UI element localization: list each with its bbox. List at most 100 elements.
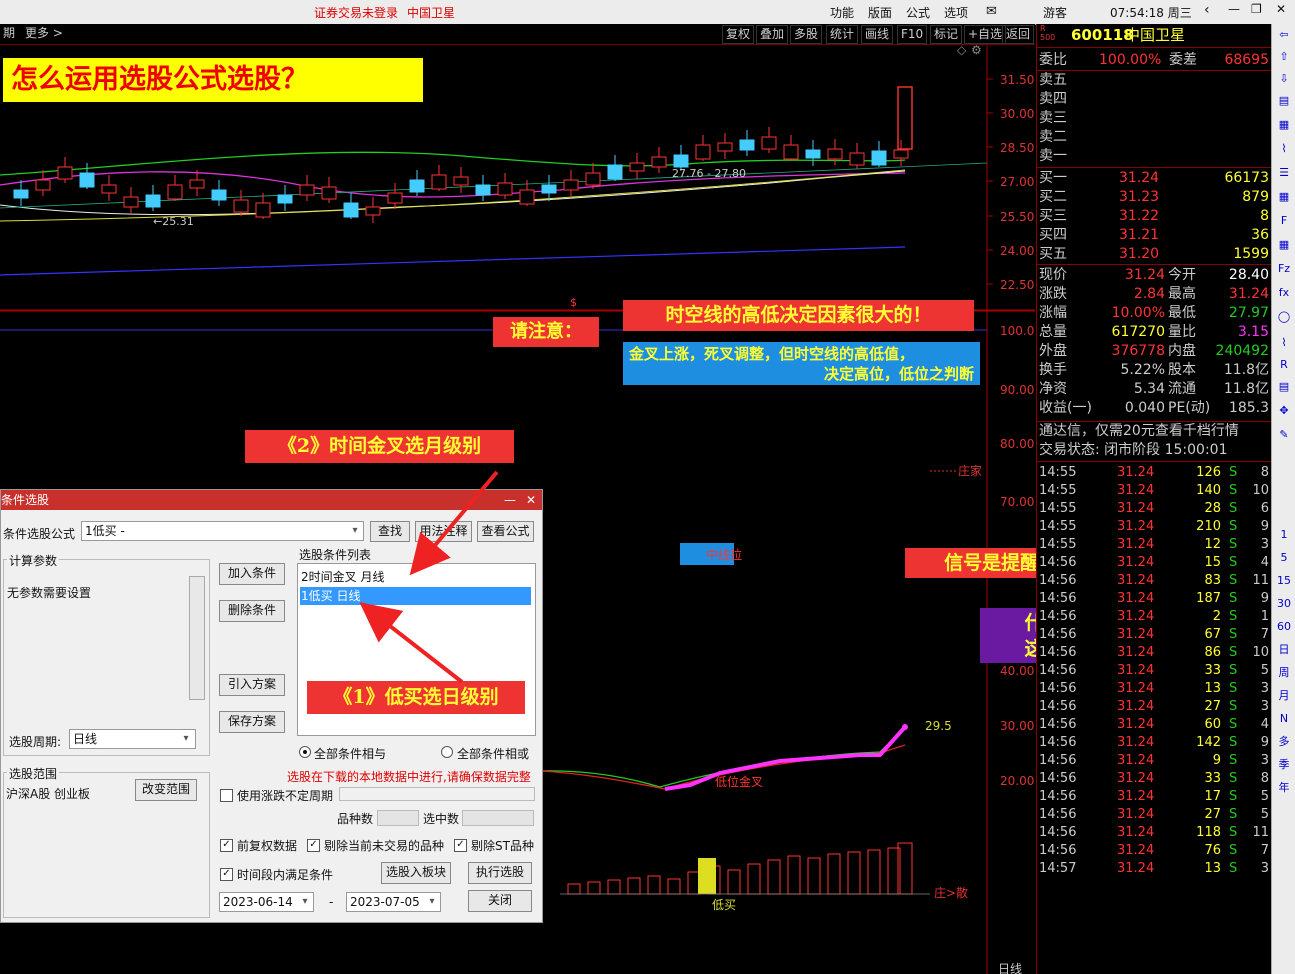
find-button[interactable]: 查找 [370,521,410,542]
settings-icon[interactable]: ⚙ [971,45,982,57]
delete-condition-button[interactable]: 删除条件 [219,600,285,622]
period-icon[interactable]: 60 [1275,618,1293,635]
menu-formula[interactable]: 公式 [906,4,930,21]
minimize-icon[interactable]: — [504,490,516,510]
save-plan-button[interactable]: 保存方案 [219,711,285,733]
uncertain-period-checkbox[interactable] [220,789,233,802]
close-button[interactable]: 关闭 [468,890,532,912]
overlay-button[interactable]: 叠加 [756,25,789,44]
more-menu[interactable]: 更多 > [22,25,66,42]
period-icon[interactable]: 周 [1275,664,1293,681]
condition-item-selected[interactable]: 1低买 日线 [300,587,531,605]
diamond-icon[interactable]: ◇ [957,45,967,57]
add-watchlist-button[interactable]: +自选 [964,25,1007,44]
formula-select[interactable]: 1低买 - [81,521,364,541]
radio-and[interactable] [299,746,311,758]
arrow-left-icon[interactable]: ⇦ [1275,26,1293,43]
params-scrollbar[interactable] [189,576,205,700]
f10-icon[interactable]: F [1275,212,1293,229]
pre-adjust-checkbox[interactable]: ✓ [220,839,233,852]
rsi-icon[interactable]: R [1275,356,1293,373]
fx-icon[interactable]: fx [1275,284,1293,301]
move-icon[interactable]: ✥ [1275,402,1293,419]
chart-line-icon[interactable]: ⌇ [1275,334,1293,351]
arrow-down-icon[interactable]: ⇩ [1275,70,1293,87]
add-condition-button[interactable]: 加入条件 [219,563,285,585]
f10-button[interactable]: F10 [897,25,928,44]
data-warning: 选股在下载的本地数据中进行,请确保数据完整 [287,770,531,784]
exclude-st-checkbox[interactable]: ✓ [454,839,467,852]
period-icon[interactable]: 年 [1275,779,1293,796]
back-button[interactable]: 返回 [1002,25,1035,44]
view-formula-button[interactable]: 查看公式 [477,521,534,542]
chevron-down-icon[interactable]: ▾ [347,522,363,540]
table-icon[interactable]: ▦ [1275,188,1293,205]
doc-icon[interactable]: ▤ [1275,378,1293,395]
buy-row[interactable]: 买五 31.20 1599 [1039,245,1269,264]
chart-line-icon[interactable]: ⌇ [1275,140,1293,157]
menu-function[interactable]: 功能 [830,4,854,21]
period-icon[interactable]: 月 [1275,687,1293,704]
arrow-up-icon[interactable]: ⇧ [1275,48,1293,65]
buy-row[interactable]: 买一 31.24 66173 [1039,169,1269,188]
tick-time: 14:55 [1039,483,1077,498]
menu-options[interactable]: 选项 [944,4,968,21]
dialog-title-bar[interactable]: 条件选股 — ✕ [1,490,542,510]
period-icon[interactable]: 15 [1275,572,1293,589]
change-range-button[interactable]: 改变范围 [135,779,197,801]
grid-icon[interactable]: ▦ [1275,236,1293,253]
stat-label: 总量 [1039,324,1067,340]
multi-stock-button[interactable]: 多股 [790,25,823,44]
mark-button[interactable]: 标记 [930,25,963,44]
tick-count: 8 [1260,771,1269,786]
menu-layout[interactable]: 版面 [868,4,892,21]
period-icon[interactable]: 30 [1275,595,1293,612]
period-icon[interactable]: 多 [1275,733,1293,750]
period-menu[interactable]: 期 [0,25,18,42]
stats-button[interactable]: 统计 [826,25,859,44]
chevron-down-icon[interactable]: ▾ [424,893,440,911]
radio-or[interactable] [441,746,453,758]
mail-icon[interactable]: ✉ [986,4,997,19]
chevron-down-icon[interactable]: ▾ [297,893,313,911]
minimize-icon[interactable]: — [1228,2,1240,16]
to-block-button[interactable]: 选股入板块 [381,862,451,884]
period-select[interactable]: 日线 [69,729,196,749]
exclude-nontrade-checkbox[interactable]: ✓ [307,839,320,852]
buy-row[interactable]: 买三 31.22 8 [1039,207,1269,226]
close-icon[interactable]: ✕ [1276,2,1286,16]
book-icon[interactable]: ▤ [1275,92,1293,109]
buy-row[interactable]: 买四 31.21 36 [1039,226,1269,245]
condition-item[interactable]: 2时间金叉 月线 [301,568,531,586]
pencil-icon[interactable]: ✎ [1275,426,1293,443]
circle-icon[interactable]: ◯ [1275,308,1293,325]
run-filter-button[interactable]: 执行选股 [468,862,532,884]
ad-text[interactable]: 通达信，仅需20元查看千档行情 [1039,422,1269,441]
chevron-left-icon[interactable]: ‹ [1204,2,1210,18]
period-label[interactable]: 日线 [998,962,1022,974]
fuquan-button[interactable]: 复权 [722,25,755,44]
close-icon[interactable]: ✕ [526,490,536,510]
draw-button[interactable]: 画线 [861,25,894,44]
user-label[interactable]: 游客 [1043,4,1067,21]
time-range-checkbox[interactable]: ✓ [220,868,233,881]
buy-row[interactable]: 买二 31.23 879 [1039,188,1269,207]
tick-side: S [1229,861,1238,876]
period-icon[interactable]: 1 [1275,526,1293,543]
period-icon[interactable]: N [1275,710,1293,727]
import-plan-button[interactable]: 引入方案 [219,674,285,696]
fz-icon[interactable]: Fz [1275,260,1293,277]
period-icon[interactable]: 季 [1275,756,1293,773]
params-text: 无参数需要设置 [7,586,92,600]
usage-button[interactable]: 用法注释 [415,521,472,542]
period-icon[interactable]: 5 [1275,549,1293,566]
login-status[interactable]: 证券交易未登录 [314,4,398,21]
maximize-icon[interactable]: ❐ [1251,2,1262,16]
chevron-down-icon[interactable]: ▾ [178,730,194,748]
period-icon[interactable]: 日 [1275,641,1293,658]
zhuang-san-label: 庄>散 [934,885,968,900]
tick-price: 31.24 [1117,555,1155,570]
buy-price: 31.21 [1119,227,1160,243]
grid-icon[interactable]: ▦ [1275,116,1293,133]
list-icon[interactable]: ☰ [1275,164,1293,181]
